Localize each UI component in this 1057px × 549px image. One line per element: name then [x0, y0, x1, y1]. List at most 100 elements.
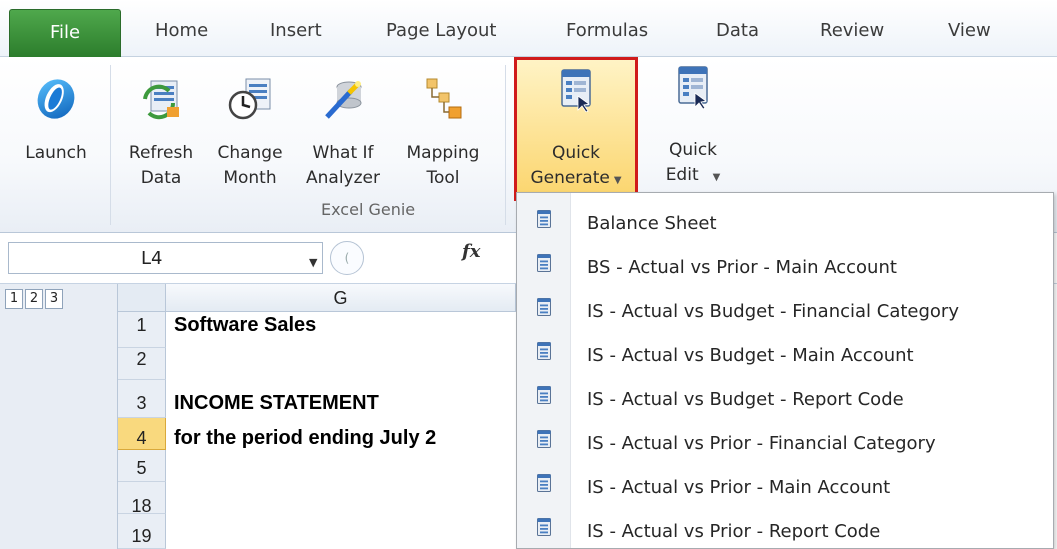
cell-g19[interactable] — [174, 514, 516, 549]
quick-generate-icon — [561, 69, 591, 112]
select-all-corner[interactable] — [118, 284, 166, 312]
outline-level-1-button[interactable]: 1 — [5, 289, 23, 309]
ribbon-separator — [110, 65, 111, 225]
what-if-analyzer-button[interactable]: What If Analyzer — [298, 57, 388, 197]
row-number[interactable]: 2 — [118, 348, 166, 380]
refresh-label-line1: Refresh — [128, 143, 194, 163]
menu-item-label: IS - Actual vs Budget - Financial Catego… — [587, 301, 959, 322]
quick-edit-label-line1: Quick — [668, 140, 718, 160]
mapping-label-line1: Mapping — [406, 143, 480, 163]
formula-cancel-round-icon: ( — [330, 241, 364, 275]
cell-g2[interactable] — [174, 348, 516, 380]
outline-gutter: 1 2 3 — [0, 284, 118, 549]
outline-level-2-button[interactable]: 2 — [25, 289, 43, 309]
column-header-g[interactable]: G — [166, 284, 516, 312]
cell-g3[interactable]: INCOME STATEMENT — [174, 380, 516, 418]
report-document-icon — [537, 518, 551, 536]
refresh-label-line2: Data — [140, 168, 182, 188]
refresh-data-label: Refresh Data — [120, 141, 202, 191]
table-row: 2 — [118, 348, 516, 380]
quick-edit-icon — [678, 66, 708, 109]
what-if-analyzer-icon — [325, 81, 362, 119]
quick-generate-menu: Balance Sheet BS - Actual vs Prior - Mai… — [516, 192, 1054, 549]
menu-item[interactable]: IS - Actual vs Prior - Main Account — [517, 465, 1053, 509]
menu-item[interactable]: IS - Actual vs Prior - Report Code — [517, 509, 1053, 549]
report-document-icon — [537, 298, 551, 316]
launch-button[interactable]: Launch — [10, 57, 102, 197]
refresh-data-button[interactable]: Refresh Data — [120, 57, 202, 197]
report-document-icon — [537, 430, 551, 448]
change-month-button[interactable]: Change Month — [206, 57, 294, 197]
cell-g1[interactable]: Software Sales — [174, 312, 516, 348]
dropdown-arrow-icon: ▼ — [712, 172, 721, 183]
row-number[interactable]: 18 — [118, 482, 166, 516]
quick-edit-button[interactable]: Quick Edit ▼ — [648, 57, 738, 197]
report-document-icon — [537, 210, 551, 228]
row-number-active[interactable]: 4 — [118, 418, 166, 450]
quick-edit-label: Quick Edit ▼ — [648, 138, 738, 190]
tab-data[interactable]: Data — [716, 20, 759, 41]
quick-generate-label: Quick Generate ▼ — [517, 141, 635, 193]
menu-item-label: IS - Actual vs Budget - Report Code — [587, 389, 904, 410]
whatif-label-line1: What If — [312, 143, 374, 163]
report-document-icon — [537, 474, 551, 492]
tab-insert[interactable]: Insert — [270, 20, 322, 41]
menu-item-label: IS - Actual vs Prior - Report Code — [587, 521, 881, 542]
row-number[interactable]: 1 — [118, 312, 166, 348]
ribbon-separator — [505, 65, 506, 225]
menu-item[interactable]: BS - Actual vs Prior - Main Account — [517, 245, 1053, 289]
report-document-icon — [537, 342, 551, 360]
menu-item[interactable]: IS - Actual vs Budget - Main Account — [517, 333, 1053, 377]
mapping-tool-icon — [426, 78, 462, 119]
name-box-value: L4 — [141, 248, 163, 269]
ribbon-tab-bar: File Home Insert Page Layout Formulas Da… — [0, 0, 1057, 57]
mapping-tool-button[interactable]: Mapping Tool — [394, 57, 492, 197]
report-document-icon — [537, 386, 551, 404]
quick-generate-button[interactable]: Quick Generate ▼ — [514, 57, 638, 201]
cell-g5[interactable] — [174, 450, 516, 482]
row-number[interactable]: 5 — [118, 450, 166, 482]
tab-review[interactable]: Review — [820, 20, 884, 41]
tab-home[interactable]: Home — [155, 20, 208, 41]
menu-item-label: IS - Actual vs Budget - Main Account — [587, 345, 914, 366]
tab-page-layout[interactable]: Page Layout — [386, 20, 497, 41]
row-number[interactable]: 3 — [118, 380, 166, 418]
name-box[interactable]: L4 ▼ — [8, 242, 323, 274]
tab-view[interactable]: View — [948, 20, 991, 41]
whatif-label-line2: Analyzer — [306, 168, 380, 188]
tab-file[interactable]: File — [9, 9, 121, 57]
ribbon-group-label: Excel Genie — [321, 200, 416, 219]
menu-item-label: IS - Actual vs Prior - Financial Categor… — [587, 433, 936, 454]
chevron-down-icon[interactable]: ▼ — [309, 256, 317, 269]
mapping-label-line2: Tool — [426, 168, 460, 188]
row-number[interactable]: 19 — [118, 514, 166, 549]
dropdown-arrow-icon: ▼ — [613, 175, 622, 186]
change-label-line1: Change — [217, 143, 283, 163]
report-document-icon — [537, 254, 551, 272]
cell-g18[interactable] — [174, 482, 516, 514]
change-label-line2: Month — [223, 168, 277, 188]
outline-level-3-button[interactable]: 3 — [45, 289, 63, 309]
what-if-analyzer-label: What If Analyzer — [298, 141, 388, 191]
tab-formulas[interactable]: Formulas — [566, 20, 648, 41]
launch-label: Launch — [25, 143, 87, 163]
table-row: 1 Software Sales — [118, 312, 516, 348]
menu-item[interactable]: IS - Actual vs Budget - Financial Catego… — [517, 289, 1053, 333]
quick-generate-label-line2: Generate — [530, 168, 610, 188]
menu-item-label: Balance Sheet — [587, 213, 717, 234]
menu-item[interactable]: Balance Sheet — [517, 201, 1053, 245]
menu-item[interactable]: IS - Actual vs Prior - Financial Categor… — [517, 421, 1053, 465]
table-row: 19 — [118, 514, 516, 549]
menu-item-label: BS - Actual vs Prior - Main Account — [587, 257, 897, 278]
insert-function-icon[interactable]: fx — [462, 241, 480, 262]
change-month-clock-icon — [228, 78, 271, 120]
cell-g4[interactable]: for the period ending July 2 — [174, 418, 516, 450]
table-row: 5 — [118, 450, 516, 482]
menu-item[interactable]: IS - Actual vs Budget - Report Code — [517, 377, 1053, 421]
quick-generate-label-line1: Quick — [551, 143, 601, 163]
table-row: 3 INCOME STATEMENT — [118, 380, 516, 418]
refresh-data-icon — [143, 80, 179, 120]
table-row: 4 for the period ending July 2 — [118, 418, 516, 450]
change-month-label: Change Month — [206, 141, 294, 191]
quick-edit-label-line2: Edit — [665, 165, 699, 185]
